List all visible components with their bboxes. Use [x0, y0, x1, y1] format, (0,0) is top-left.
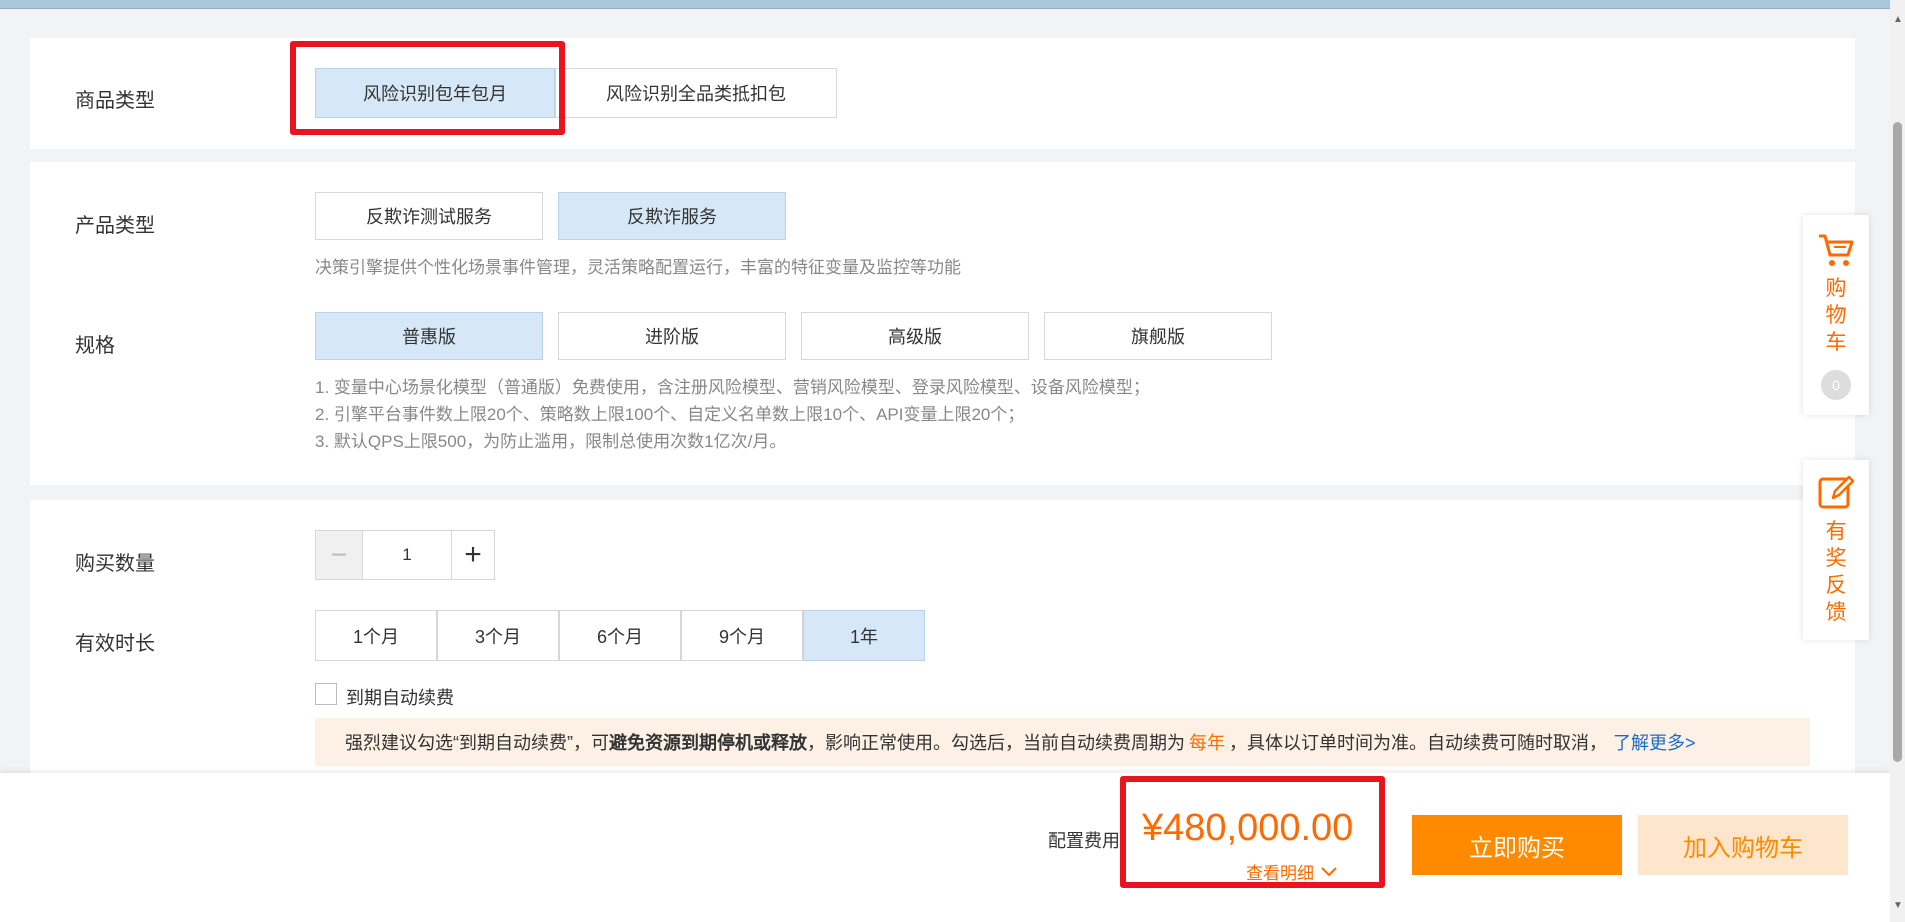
duration-6-months[interactable]: 6个月 [559, 610, 681, 661]
increment-button[interactable]: + [451, 531, 494, 579]
notice-bold-text: 避免资源到期停机或释放 [609, 733, 807, 753]
auto-renew-checkbox[interactable] [315, 683, 337, 705]
spec-desc-line: 3. 默认QPS上限500，为防止滥用，限制总使用次数1亿次/月。 [315, 432, 787, 451]
spec-option-advanced[interactable]: 进阶版 [558, 312, 786, 360]
highlight-box-product-type [290, 41, 565, 135]
scroll-down-icon[interactable]: ▼ [1893, 900, 1903, 911]
duration-9-months[interactable]: 9个月 [681, 610, 803, 661]
cart-count-badge: 0 [1821, 370, 1851, 400]
duration-label: 有效时长 [75, 633, 155, 655]
option-anti-fraud[interactable]: 反欺诈服务 [558, 192, 786, 240]
edit-feedback-icon [1818, 475, 1855, 509]
learn-more-link[interactable]: 了解更多> [1613, 729, 1696, 755]
option-risk-all-category[interactable]: 风险识别全品类抵扣包 [555, 68, 837, 118]
duration-1-month[interactable]: 1个月 [315, 610, 437, 661]
scroll-up-icon[interactable]: ▲ [1893, 14, 1903, 25]
notice-text: ，影响正常使用。勾选后，当前自动续费周期为 [807, 733, 1185, 753]
spec-desc-line: 2. 引擎平台事件数上限20个、策略数上限100个、自定义名单数上限10个、AP… [315, 405, 1025, 424]
spec-option-premium[interactable]: 高级版 [801, 312, 1029, 360]
cart-widget[interactable]: 购物车 0 [1803, 215, 1869, 415]
product-type-label: 商品类型 [75, 90, 155, 112]
add-to-cart-button[interactable]: 加入购物车 [1638, 815, 1848, 875]
quantity-input[interactable] [363, 531, 451, 579]
highlight-box-price [1120, 776, 1385, 888]
decrement-button[interactable]: − [316, 531, 363, 579]
notice-text: 强烈建议勾选“到期自动续费”，可 [345, 733, 609, 753]
auto-renew-label: 到期自动续费 [346, 688, 454, 708]
notice-text: ，具体以订单时间为准。自动续费可随时取消， [1229, 733, 1607, 753]
browser-top-bar [0, 0, 1905, 9]
spec-desc-line: 1. 变量中心场景化模型（普通版）免费使用，含注册风险模型、营销风险模型、登录风… [315, 378, 1150, 397]
feedback-label: 有奖反馈 [1825, 520, 1847, 624]
buy-now-button[interactable]: 立即购买 [1412, 815, 1622, 875]
quantity-label: 购买数量 [75, 553, 155, 575]
shopping-cart-icon [1819, 234, 1854, 266]
feedback-widget[interactable]: 有奖反馈 [1803, 460, 1869, 640]
spec-label: 规格 [75, 335, 115, 357]
notice-period: 每年 [1189, 733, 1225, 753]
vertical-scrollbar[interactable]: ▲ ▼ [1890, 0, 1905, 922]
duration-1-year[interactable]: 1年 [803, 610, 925, 661]
product-description: 决策引擎提供个性化场景事件管理，灵活策略配置运行，丰富的特征变量及监控等功能 [315, 258, 961, 277]
option-anti-fraud-test[interactable]: 反欺诈测试服务 [315, 192, 543, 240]
scrollbar-thumb[interactable] [1893, 122, 1902, 762]
fee-label: 配置费用 [1048, 831, 1120, 851]
spec-description: 1. 变量中心场景化模型（普通版）免费使用，含注册风险模型、营销风险模型、登录风… [315, 374, 1150, 455]
auto-renew-notice: 强烈建议勾选“到期自动续费”，可 避免资源到期停机或释放 ，影响正常使用。勾选后，当… [315, 718, 1810, 766]
product-label: 产品类型 [75, 215, 155, 237]
cart-label: 购物车 [1825, 277, 1847, 354]
spec-option-flagship[interactable]: 旗舰版 [1044, 312, 1272, 360]
duration-3-months[interactable]: 3个月 [437, 610, 559, 661]
quantity-stepper: − + [315, 530, 495, 580]
spec-option-basic[interactable]: 普惠版 [315, 312, 543, 360]
